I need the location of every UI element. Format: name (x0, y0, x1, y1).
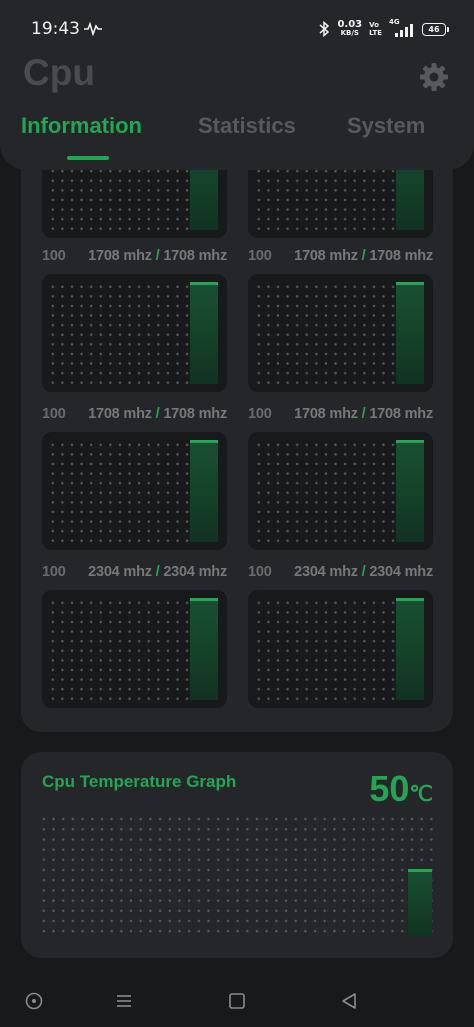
signal-icon: 4G (389, 18, 413, 37)
volte-indicator: Vo LTE (369, 21, 382, 37)
nav-accessibility-button[interactable] (22, 989, 46, 1013)
core-max-frequency: 2304 mhz (163, 564, 227, 580)
tab-statistics[interactable]: Statistics (198, 113, 296, 139)
core-load-grid (254, 598, 398, 700)
core-usage-percent: 100 (248, 406, 272, 422)
core-card (42, 590, 227, 708)
temperature-readout: 50℃ (369, 768, 433, 810)
core-usage-percent: 100 (248, 564, 272, 580)
bluetooth-icon (319, 21, 330, 37)
tab-information[interactable]: Information (21, 113, 142, 139)
core-usage-percent: 100 (42, 248, 66, 264)
core-max-frequency: 1708 mhz (163, 406, 227, 422)
pulse-icon (84, 22, 102, 36)
core-load-bar (396, 440, 424, 542)
circle-dot-icon (25, 992, 43, 1010)
cores-panel[interactable]: 100 1708 mhz / 1708 mhz 100 1708 mhz / 1… (21, 120, 453, 732)
core-max-frequency: 1708 mhz (369, 406, 433, 422)
core-load-grid (254, 282, 398, 384)
core-load-bar (396, 598, 424, 700)
gear-icon[interactable] (419, 62, 449, 92)
menu-icon (117, 995, 131, 1007)
core-card (42, 274, 227, 392)
system-nav-bar (0, 975, 474, 1027)
core-load-grid (48, 598, 192, 700)
core-frequency: 2304 mhz (88, 564, 152, 580)
core-usage-percent: 100 (42, 564, 66, 580)
active-tab-indicator (67, 156, 109, 160)
core-max-frequency: 1708 mhz (369, 248, 433, 264)
nav-recents-button[interactable] (112, 989, 136, 1013)
core-card (248, 274, 433, 392)
core-usage-percent: 100 (42, 406, 66, 422)
core-load-bar (190, 440, 218, 542)
core-load-bar (190, 282, 218, 384)
core-frequency: 1708 mhz (88, 248, 152, 264)
core-frequency: 1708 mhz (88, 406, 152, 422)
core-card (248, 590, 433, 708)
temperature-graph-grid (39, 814, 437, 936)
temperature-panel: Cpu Temperature Graph 50℃ (21, 752, 453, 958)
core-max-frequency: 1708 mhz (163, 248, 227, 264)
core-load-grid (254, 440, 398, 542)
core-frequency: 2304 mhz (294, 564, 358, 580)
battery-icon: 46 (422, 22, 449, 36)
app-title: Cpu (23, 52, 95, 93)
nav-back-button[interactable] (337, 989, 361, 1013)
status-time: 19:43 (31, 19, 80, 39)
core-card (248, 432, 433, 550)
tab-bar: Information Statistics System (0, 113, 474, 149)
battery-level: 46 (428, 24, 440, 34)
core-load-grid (48, 282, 192, 384)
core-usage-percent: 100 (248, 248, 272, 264)
core-load-grid (48, 440, 192, 542)
core-max-frequency: 2304 mhz (369, 564, 433, 580)
tab-system[interactable]: System (347, 113, 425, 139)
core-frequency: 1708 mhz (294, 248, 358, 264)
square-icon (229, 993, 245, 1009)
nav-home-button[interactable] (225, 989, 249, 1013)
status-bar: 19:43 0.03 KB/S Vo LTE 4G 46 (0, 0, 474, 58)
triangle-back-icon (342, 993, 356, 1009)
core-load-bar (190, 598, 218, 700)
temperature-unit: ℃ (409, 783, 433, 806)
core-frequency: 1708 mhz (294, 406, 358, 422)
network-speed: 0.03 KB/S (337, 19, 363, 38)
temperature-value: 50 (369, 768, 410, 809)
status-icons: 0.03 KB/S Vo LTE 4G 46 (318, 18, 449, 40)
core-card (42, 432, 227, 550)
core-load-bar (396, 282, 424, 384)
temperature-graph-bar (408, 869, 432, 936)
temperature-graph-title: Cpu Temperature Graph (42, 772, 237, 791)
